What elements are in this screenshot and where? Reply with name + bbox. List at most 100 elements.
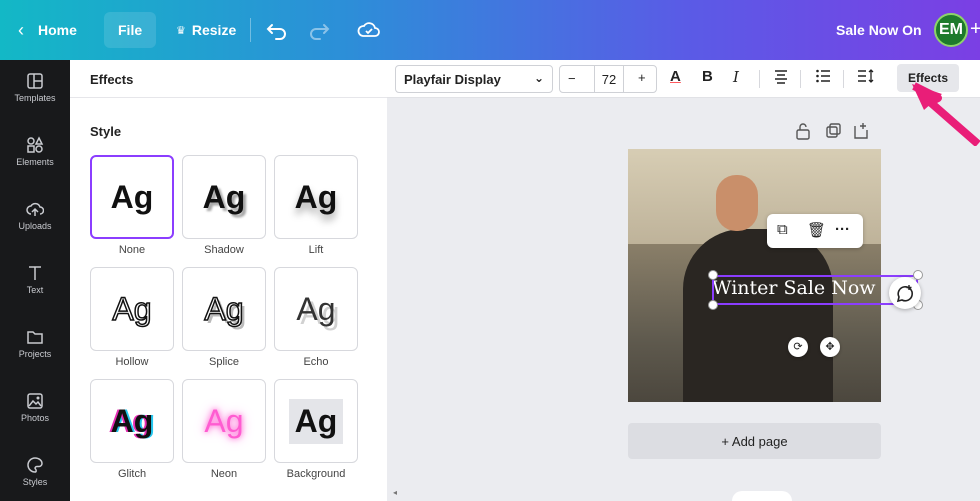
tile-sample: Ag (288, 398, 344, 444)
redo-icon[interactable] (306, 18, 332, 42)
nav-label: Uploads (18, 221, 52, 231)
undo-icon[interactable] (264, 18, 290, 42)
rotate-icon[interactable]: ⟳ (788, 337, 808, 357)
toolbar-divider (759, 70, 760, 88)
tile-sample: Ag (112, 290, 153, 328)
font-family-select[interactable]: Playfair Display ⌄ (395, 65, 553, 93)
tile-caption: None (118, 244, 146, 256)
resize-handle[interactable] (708, 300, 718, 310)
resize-label: Resize (191, 22, 237, 38)
tile-sample: Ag (204, 290, 245, 328)
sale-label: Sale Now On (836, 22, 922, 38)
file-label: File (118, 22, 143, 38)
pointer-arrow-icon (912, 82, 980, 146)
nav-label: Projects (18, 349, 52, 359)
duplicate-icon[interactable]: ⧉ (777, 221, 788, 238)
add-page-icon[interactable] (853, 122, 869, 140)
effect-tile-background[interactable]: Ag (274, 379, 358, 463)
tile-caption: Glitch (117, 468, 147, 480)
italic-button[interactable]: I (733, 68, 739, 86)
effect-tile-hollow[interactable]: Ag (90, 267, 174, 351)
effect-tile-splice[interactable]: Ag (182, 267, 266, 351)
folder-icon (27, 331, 43, 344)
nav-label: Styles (22, 477, 48, 487)
tile-caption: Splice (209, 356, 239, 368)
effect-tile-shadow[interactable]: Ag (182, 155, 266, 239)
text-color-icon: A (670, 68, 681, 85)
sale-now-on-button[interactable]: Sale Now On (826, 12, 932, 48)
file-menu-button[interactable]: File (104, 12, 157, 48)
trash-icon[interactable]: 🗑 (807, 221, 826, 239)
font-size-stepper: − 72 + (559, 65, 657, 93)
nav-item-styles[interactable]: Styles (0, 456, 70, 487)
resize-handle[interactable] (708, 270, 718, 280)
nav-label: Templates (14, 93, 56, 103)
increase-size-button[interactable]: + (638, 70, 646, 85)
avatar[interactable]: EM (934, 13, 968, 47)
upload-cloud-icon (26, 202, 44, 216)
nav-item-templates[interactable]: Templates (0, 72, 70, 103)
home-button[interactable]: ‹ Home (14, 12, 81, 48)
chevron-down-icon: ⌄ (533, 71, 544, 85)
selection-box[interactable] (712, 275, 918, 305)
chevron-left-icon: ‹ (18, 19, 24, 40)
crown-icon: ♛ (176, 24, 186, 37)
tile-caption: Background (286, 468, 346, 480)
effect-tile-echo[interactable]: Ag (274, 267, 358, 351)
left-nav: Templates Elements Uploads Text Projects… (0, 60, 70, 501)
panel-title: Effects (70, 60, 387, 98)
tile-sample: Ag (204, 402, 244, 439)
elements-icon (27, 136, 44, 153)
effect-tile-neon[interactable]: Ag (182, 379, 266, 463)
more-icon[interactable]: ··· (835, 221, 850, 238)
page-actions (795, 122, 875, 140)
decrease-size-button[interactable]: − (568, 71, 576, 86)
chat-add-icon[interactable] (889, 277, 921, 309)
tile-caption: Neon (210, 468, 238, 480)
tile-sample: Ag (202, 178, 246, 215)
duplicate-page-icon[interactable] (825, 122, 841, 140)
templates-icon (27, 73, 43, 89)
add-page-button[interactable]: + Add page (628, 423, 881, 459)
canvas-area: Winter Sale Now ⧉ 🗑 ··· ⟳ ✥ + Add page (387, 98, 980, 501)
font-size-input[interactable]: 72 (594, 66, 624, 92)
plus-icon[interactable]: + (970, 18, 980, 41)
tile-sample: Ag (294, 178, 338, 215)
toolbar-divider (843, 70, 844, 88)
photo-head (716, 175, 758, 231)
cloud-saved-icon[interactable] (356, 18, 382, 42)
line-spacing-icon[interactable] (857, 68, 875, 88)
text-color-button[interactable]: A (670, 68, 681, 85)
context-menu: ⧉ 🗑 ··· (767, 214, 863, 248)
effect-tile-none[interactable]: Ag (90, 155, 174, 239)
effects-panel: Effects Style Ag None Ag Shadow Ag Lift … (70, 60, 387, 501)
align-center-icon[interactable] (773, 68, 789, 88)
nav-label: Photos (20, 413, 50, 423)
effect-tile-glitch[interactable]: Ag (90, 379, 174, 463)
nav-item-photos[interactable]: Photos (0, 392, 70, 423)
tile-sample: Ag (110, 402, 154, 439)
pages-toggle[interactable] (732, 491, 792, 501)
nav-item-uploads[interactable]: Uploads (0, 200, 70, 231)
lock-icon[interactable] (795, 122, 811, 140)
text-icon (29, 266, 41, 280)
topbar-divider (250, 18, 251, 42)
tile-sample: Ag (296, 290, 336, 327)
resize-button[interactable]: ♛ Resize (168, 12, 244, 48)
photo-icon (27, 393, 43, 409)
tile-caption: Shadow (204, 244, 244, 256)
bold-button[interactable]: B (702, 68, 713, 85)
font-name: Playfair Display (404, 72, 501, 87)
nav-item-text[interactable]: Text (0, 264, 70, 295)
tile-caption: Lift (308, 244, 324, 256)
bullet-list-icon[interactable] (815, 68, 831, 88)
style-heading: Style (90, 124, 122, 139)
nav-label: Elements (16, 157, 54, 167)
move-icon[interactable]: ✥ (820, 337, 840, 357)
nav-item-projects[interactable]: Projects (0, 328, 70, 359)
scroll-left-icon[interactable]: ◂ (393, 488, 397, 497)
effect-tile-lift[interactable]: Ag (274, 155, 358, 239)
home-label: Home (38, 22, 77, 38)
nav-item-elements[interactable]: Elements (0, 136, 70, 167)
photo-person (683, 229, 833, 402)
